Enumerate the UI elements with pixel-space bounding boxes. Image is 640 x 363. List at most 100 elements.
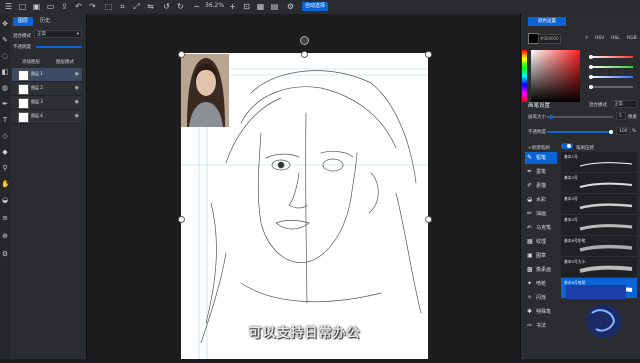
- layer-row[interactable]: 图层 2 ◉: [12, 82, 82, 96]
- brush-size-input[interactable]: 5: [616, 112, 626, 120]
- transform-handle[interactable]: [425, 216, 432, 223]
- tab-layers[interactable]: 图层: [13, 17, 33, 26]
- transform-handle[interactable]: [178, 216, 185, 223]
- pen-tool-icon[interactable]: ✒: [1, 100, 9, 108]
- brush-category[interactable]: ✦ 喷枪: [525, 278, 557, 290]
- blue-slider[interactable]: [589, 75, 633, 79]
- pressure-toggle[interactable]: [561, 143, 573, 149]
- settings-tool-icon[interactable]: ⚙: [1, 250, 9, 258]
- selection-icon[interactable]: ⬚: [104, 2, 113, 11]
- text-tool-icon[interactable]: T: [1, 116, 9, 124]
- brush-category[interactable]: ✱ 特殊笔: [525, 306, 557, 318]
- shape-tool-icon[interactable]: ◇: [1, 132, 9, 140]
- new-brush-button[interactable]: +新建笔刷: [528, 145, 550, 151]
- brush-stroke-preview: [579, 182, 633, 188]
- brush-category[interactable]: ✐ 素描: [525, 180, 557, 192]
- move-tool-icon[interactable]: ✥: [1, 20, 9, 28]
- brush-preset[interactable]: 基本6号铅笔: [561, 236, 637, 257]
- fit-icon[interactable]: ⊡: [242, 2, 251, 11]
- add-layer-button[interactable]: 添加图层: [22, 59, 40, 65]
- eyedropper-icon[interactable]: ⚲: [585, 36, 588, 41]
- crop-icon[interactable]: ⌗: [118, 2, 127, 11]
- rotate-right-icon[interactable]: ↻: [176, 2, 185, 11]
- eye-icon[interactable]: ◉: [75, 71, 79, 77]
- color-mode-hsv[interactable]: HSV: [595, 36, 604, 41]
- brush-category[interactable]: ▦ 纹理: [525, 236, 557, 248]
- transform-handle[interactable]: [301, 51, 308, 58]
- grid-icon[interactable]: ▦: [256, 2, 265, 11]
- fill-tool-icon[interactable]: ◍: [1, 84, 9, 92]
- eyedropper-tool-icon[interactable]: ⚲: [1, 164, 9, 172]
- ruler-icon[interactable]: ▤: [270, 2, 279, 11]
- color-mode-hsl[interactable]: HSL: [611, 36, 620, 41]
- brush-preset[interactable]: 基本2号: [561, 173, 637, 194]
- brush-opacity-slider[interactable]: [547, 130, 613, 134]
- brush-preset[interactable]: 基本3号: [561, 194, 637, 215]
- hex-input[interactable]: #000000: [538, 34, 561, 44]
- hand-tool-icon[interactable]: ✋: [1, 180, 10, 188]
- redo-icon[interactable]: ↷: [88, 2, 97, 11]
- brush-category[interactable]: ✏ 油画: [525, 208, 557, 220]
- folder-icon[interactable]: ▭: [46, 2, 55, 11]
- layer-row[interactable]: 图层 4 ◉: [12, 110, 82, 124]
- brush-category[interactable]: ▩ 像素画: [525, 264, 557, 276]
- zoom-out-icon[interactable]: −: [192, 2, 201, 11]
- brush-category[interactable]: ✒ 墨笔: [525, 166, 557, 178]
- layer-thumbnail: [18, 84, 29, 95]
- eye-icon[interactable]: ◉: [75, 85, 79, 91]
- color-mode-rgb[interactable]: RGB: [627, 36, 637, 41]
- rotate-left-icon[interactable]: ↺: [162, 2, 171, 11]
- auto-select-badge[interactable]: 自动选择: [302, 2, 329, 11]
- brush-preset[interactable]: 基本5号大小: [561, 257, 637, 278]
- lasso-tool-icon[interactable]: ◌: [1, 52, 9, 60]
- hue-bar[interactable]: [522, 50, 527, 102]
- blend-mode-select[interactable]: 正常 ▾: [34, 30, 82, 38]
- brush-category[interactable]: ✍ 马克笔: [525, 222, 557, 234]
- brush-blend-label: 混合模式: [589, 103, 607, 108]
- brush-tool-icon[interactable]: ✎: [1, 36, 9, 44]
- eye-icon[interactable]: ◉: [75, 113, 79, 119]
- globe-tool-icon[interactable]: ⊕: [1, 232, 9, 240]
- alpha-slider[interactable]: [589, 85, 633, 89]
- red-slider[interactable]: [589, 55, 633, 59]
- undo-icon[interactable]: ↶: [74, 2, 83, 11]
- gradient-tool-icon[interactable]: ◒: [1, 196, 9, 204]
- texture-icon: ▦: [527, 238, 533, 245]
- brush-preset[interactable]: 基本4号: [561, 215, 637, 236]
- zoom-in-icon[interactable]: +: [228, 2, 237, 11]
- brush-preset[interactable]: 基本1号: [561, 152, 637, 173]
- brush-category-label: 像素画: [536, 267, 552, 273]
- rotate-handle-icon[interactable]: [300, 36, 309, 45]
- flip-icon[interactable]: ⇋: [146, 2, 155, 11]
- layer-row[interactable]: 图层 3 ◉: [12, 96, 82, 110]
- zoom-level[interactable]: 36.2%: [205, 2, 224, 9]
- reference-photo[interactable]: [181, 54, 229, 127]
- brush-category[interactable]: ▣ 图章: [525, 250, 557, 262]
- eraser-tool-icon[interactable]: ◧: [1, 68, 9, 76]
- green-slider[interactable]: [589, 65, 633, 69]
- layers-tool-icon[interactable]: ≡: [1, 214, 9, 222]
- export-icon[interactable]: ⇪: [60, 2, 69, 11]
- eye-icon[interactable]: ◉: [75, 99, 79, 105]
- layer-row[interactable]: 图层 1 ◉: [12, 68, 82, 82]
- transform-handle[interactable]: [178, 51, 185, 58]
- brush-category[interactable]: ✎ 铅笔: [525, 152, 557, 164]
- layer-mode-button[interactable]: 图层模式: [56, 59, 74, 65]
- brush-size-slider[interactable]: [547, 115, 613, 119]
- save-icon[interactable]: ▣: [32, 2, 41, 11]
- smudge-tool-icon[interactable]: ◆: [1, 148, 9, 156]
- brush-category[interactable]: ✑ 书法: [525, 320, 557, 332]
- saturation-value-picker[interactable]: [531, 50, 580, 102]
- settings-icon[interactable]: ⚙: [286, 2, 295, 11]
- brush-opacity-input[interactable]: 100: [616, 127, 630, 135]
- transform-handle[interactable]: [425, 51, 432, 58]
- menu-icon[interactable]: ☰: [4, 2, 13, 11]
- layer-opacity-slider[interactable]: [36, 46, 82, 48]
- brush-category[interactable]: ◒ 水彩: [525, 194, 557, 206]
- brush-category[interactable]: ✧ 闪烁: [525, 292, 557, 304]
- new-icon[interactable]: □: [18, 2, 27, 11]
- brush-blend-select[interactable]: 正常: [611, 100, 637, 108]
- tab-history[interactable]: 历史: [35, 17, 55, 26]
- tab-color-settings[interactable]: 颜色设置: [528, 17, 566, 26]
- transform-icon[interactable]: ⤢: [132, 2, 141, 11]
